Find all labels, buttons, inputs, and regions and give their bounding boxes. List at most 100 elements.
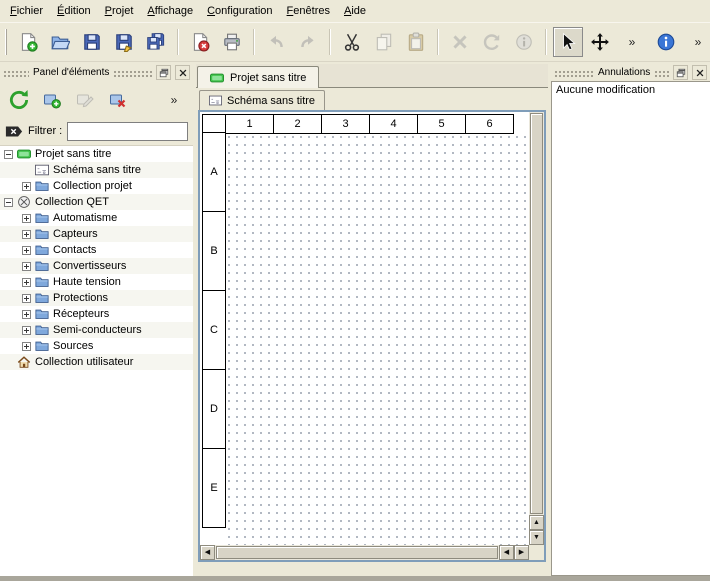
redo-button[interactable] [293, 27, 323, 57]
scroll-down-button[interactable]: ▼ [529, 530, 544, 545]
menu-aide[interactable]: Aide [337, 2, 373, 20]
scrollbar-track[interactable] [215, 545, 499, 560]
expander-plus-icon[interactable] [22, 262, 31, 271]
diagram-view[interactable]: 1 2 3 4 5 6 A B C D E ▲ ▼ [198, 110, 546, 562]
menu-edition[interactable]: Édition [50, 2, 98, 20]
cut-button[interactable] [337, 27, 367, 57]
vertical-scrollbar[interactable]: ▲ ▼ [529, 112, 544, 545]
tree-item-protections[interactable]: Protections [0, 290, 193, 306]
drag-mode-button[interactable] [585, 27, 615, 57]
expander-plus-icon[interactable] [22, 230, 31, 239]
save-as-button[interactable] [109, 27, 139, 57]
clear-filter-button[interactable] [5, 124, 23, 139]
expander-plus-icon[interactable] [22, 310, 31, 319]
scrollbar-thumb[interactable] [216, 546, 498, 559]
schema-icon [209, 94, 222, 107]
tree-item-convertisseurs[interactable]: Convertisseurs [0, 258, 193, 274]
tree-item-project[interactable]: Projet sans titre [0, 146, 193, 162]
tree-item-semi-conducteurs[interactable]: Semi-conducteurs [0, 322, 193, 338]
menu-fichier[interactable]: Fichier [3, 2, 50, 20]
expander-plus-icon[interactable] [22, 342, 31, 351]
dock-grip[interactable] [113, 69, 152, 77]
horizontal-scrollbar[interactable]: ◀ ◀ ▶ [200, 545, 529, 560]
elements-tree[interactable]: Projet sans titre Schéma sans titre Coll… [0, 145, 193, 576]
tree-item-haute-tension[interactable]: Haute tension [0, 274, 193, 290]
save-all-button[interactable] [141, 27, 171, 57]
dock-float-button[interactable] [156, 65, 171, 80]
filter-bar: Filtrer : [0, 119, 193, 145]
tree-item-collection-qet[interactable]: Collection QET [0, 194, 193, 210]
scroll-left-button-2[interactable]: ◀ [499, 545, 514, 560]
undo-panel-titlebar: Annulations [551, 64, 710, 81]
save-button[interactable] [77, 27, 107, 57]
tree-item-capteurs[interactable]: Capteurs [0, 226, 193, 242]
column-header: 5 [417, 114, 466, 134]
delete-element-button[interactable] [104, 86, 132, 114]
menu-projet[interactable]: Projet [98, 2, 141, 20]
menu-affichage[interactable]: Affichage [140, 2, 200, 20]
print-button[interactable] [217, 27, 247, 57]
undo-panel-title: Annulations [598, 67, 650, 78]
copy-icon [374, 32, 394, 52]
undo-history-list[interactable]: Aucune modification [551, 81, 710, 576]
close-project-button[interactable] [185, 27, 215, 57]
panel-extension-button[interactable]: » [160, 86, 188, 114]
element-info-button[interactable] [509, 27, 539, 57]
filter-input[interactable] [67, 122, 188, 141]
tree-item-contacts[interactable]: Contacts [0, 242, 193, 258]
dock-grip[interactable] [654, 69, 669, 77]
delete-icon [450, 32, 470, 52]
tree-item-collection-utilisateur[interactable]: Collection utilisateur [0, 354, 193, 370]
expander-minus-icon[interactable] [4, 150, 13, 159]
chevron-double-icon: » [695, 36, 702, 48]
scroll-left-button[interactable]: ◀ [200, 545, 215, 560]
menu-configuration[interactable]: Configuration [200, 2, 279, 20]
expander-plus-icon[interactable] [22, 278, 31, 287]
expander-minus-icon[interactable] [4, 198, 13, 207]
expander-plus-icon[interactable] [22, 326, 31, 335]
tree-item-automatisme[interactable]: Automatisme [0, 210, 193, 226]
tab-projet-sans-titre[interactable]: Projet sans titre [197, 66, 319, 88]
expander-plus-icon[interactable] [22, 214, 31, 223]
folder-icon [35, 275, 49, 289]
tab-schema-sans-titre[interactable]: Schéma sans titre [199, 90, 325, 110]
folder-icon [35, 227, 49, 241]
new-element-button[interactable] [38, 86, 66, 114]
reload-collections-button[interactable] [5, 86, 33, 114]
scrollbar-thumb[interactable] [530, 113, 543, 514]
delete-button[interactable] [445, 27, 475, 57]
expander-plus-icon[interactable] [22, 246, 31, 255]
diagram-canvas[interactable]: 1 2 3 4 5 6 A B C D E [200, 112, 529, 545]
arrow-left-icon: ◀ [504, 549, 509, 556]
dock-grip[interactable] [3, 69, 29, 77]
tree-item-collection-projet[interactable]: Collection projet [0, 178, 193, 194]
selection-mode-button[interactable] [553, 27, 583, 57]
rotate-button[interactable] [477, 27, 507, 57]
cut-icon [342, 32, 362, 52]
tree-item-schema[interactable]: Schéma sans titre [0, 162, 193, 178]
edit-element-button[interactable] [71, 86, 99, 114]
scrollbar-track[interactable] [529, 112, 544, 515]
scroll-up-button[interactable]: ▲ [529, 515, 544, 530]
scroll-right-button[interactable]: ▶ [514, 545, 529, 560]
about-qet-button[interactable] [651, 27, 681, 57]
tree-item-label: Projet sans titre [35, 148, 111, 160]
dock-close-button[interactable] [692, 65, 707, 80]
dock-float-button[interactable] [673, 65, 688, 80]
toolbar-handle[interactable] [5, 29, 7, 55]
copy-button[interactable] [369, 27, 399, 57]
undo-button[interactable] [261, 27, 291, 57]
menu-fenetres[interactable]: Fenêtres [280, 2, 337, 20]
new-document-button[interactable] [13, 27, 43, 57]
tree-item-sources[interactable]: Sources [0, 338, 193, 354]
dock-grip[interactable] [554, 69, 594, 77]
toolbar-extension-button[interactable]: » [617, 27, 647, 57]
expander-plus-icon[interactable] [22, 294, 31, 303]
tree-item-recepteurs[interactable]: Récepteurs [0, 306, 193, 322]
dock-close-button[interactable] [175, 65, 190, 80]
open-project-button[interactable] [45, 27, 75, 57]
expander-plus-icon[interactable] [22, 182, 31, 191]
toolbar-extension-button-2[interactable]: » [683, 27, 710, 57]
workspace: Projet sans titre Schéma sans titre 1 2 … [196, 64, 548, 576]
paste-button[interactable] [401, 27, 431, 57]
